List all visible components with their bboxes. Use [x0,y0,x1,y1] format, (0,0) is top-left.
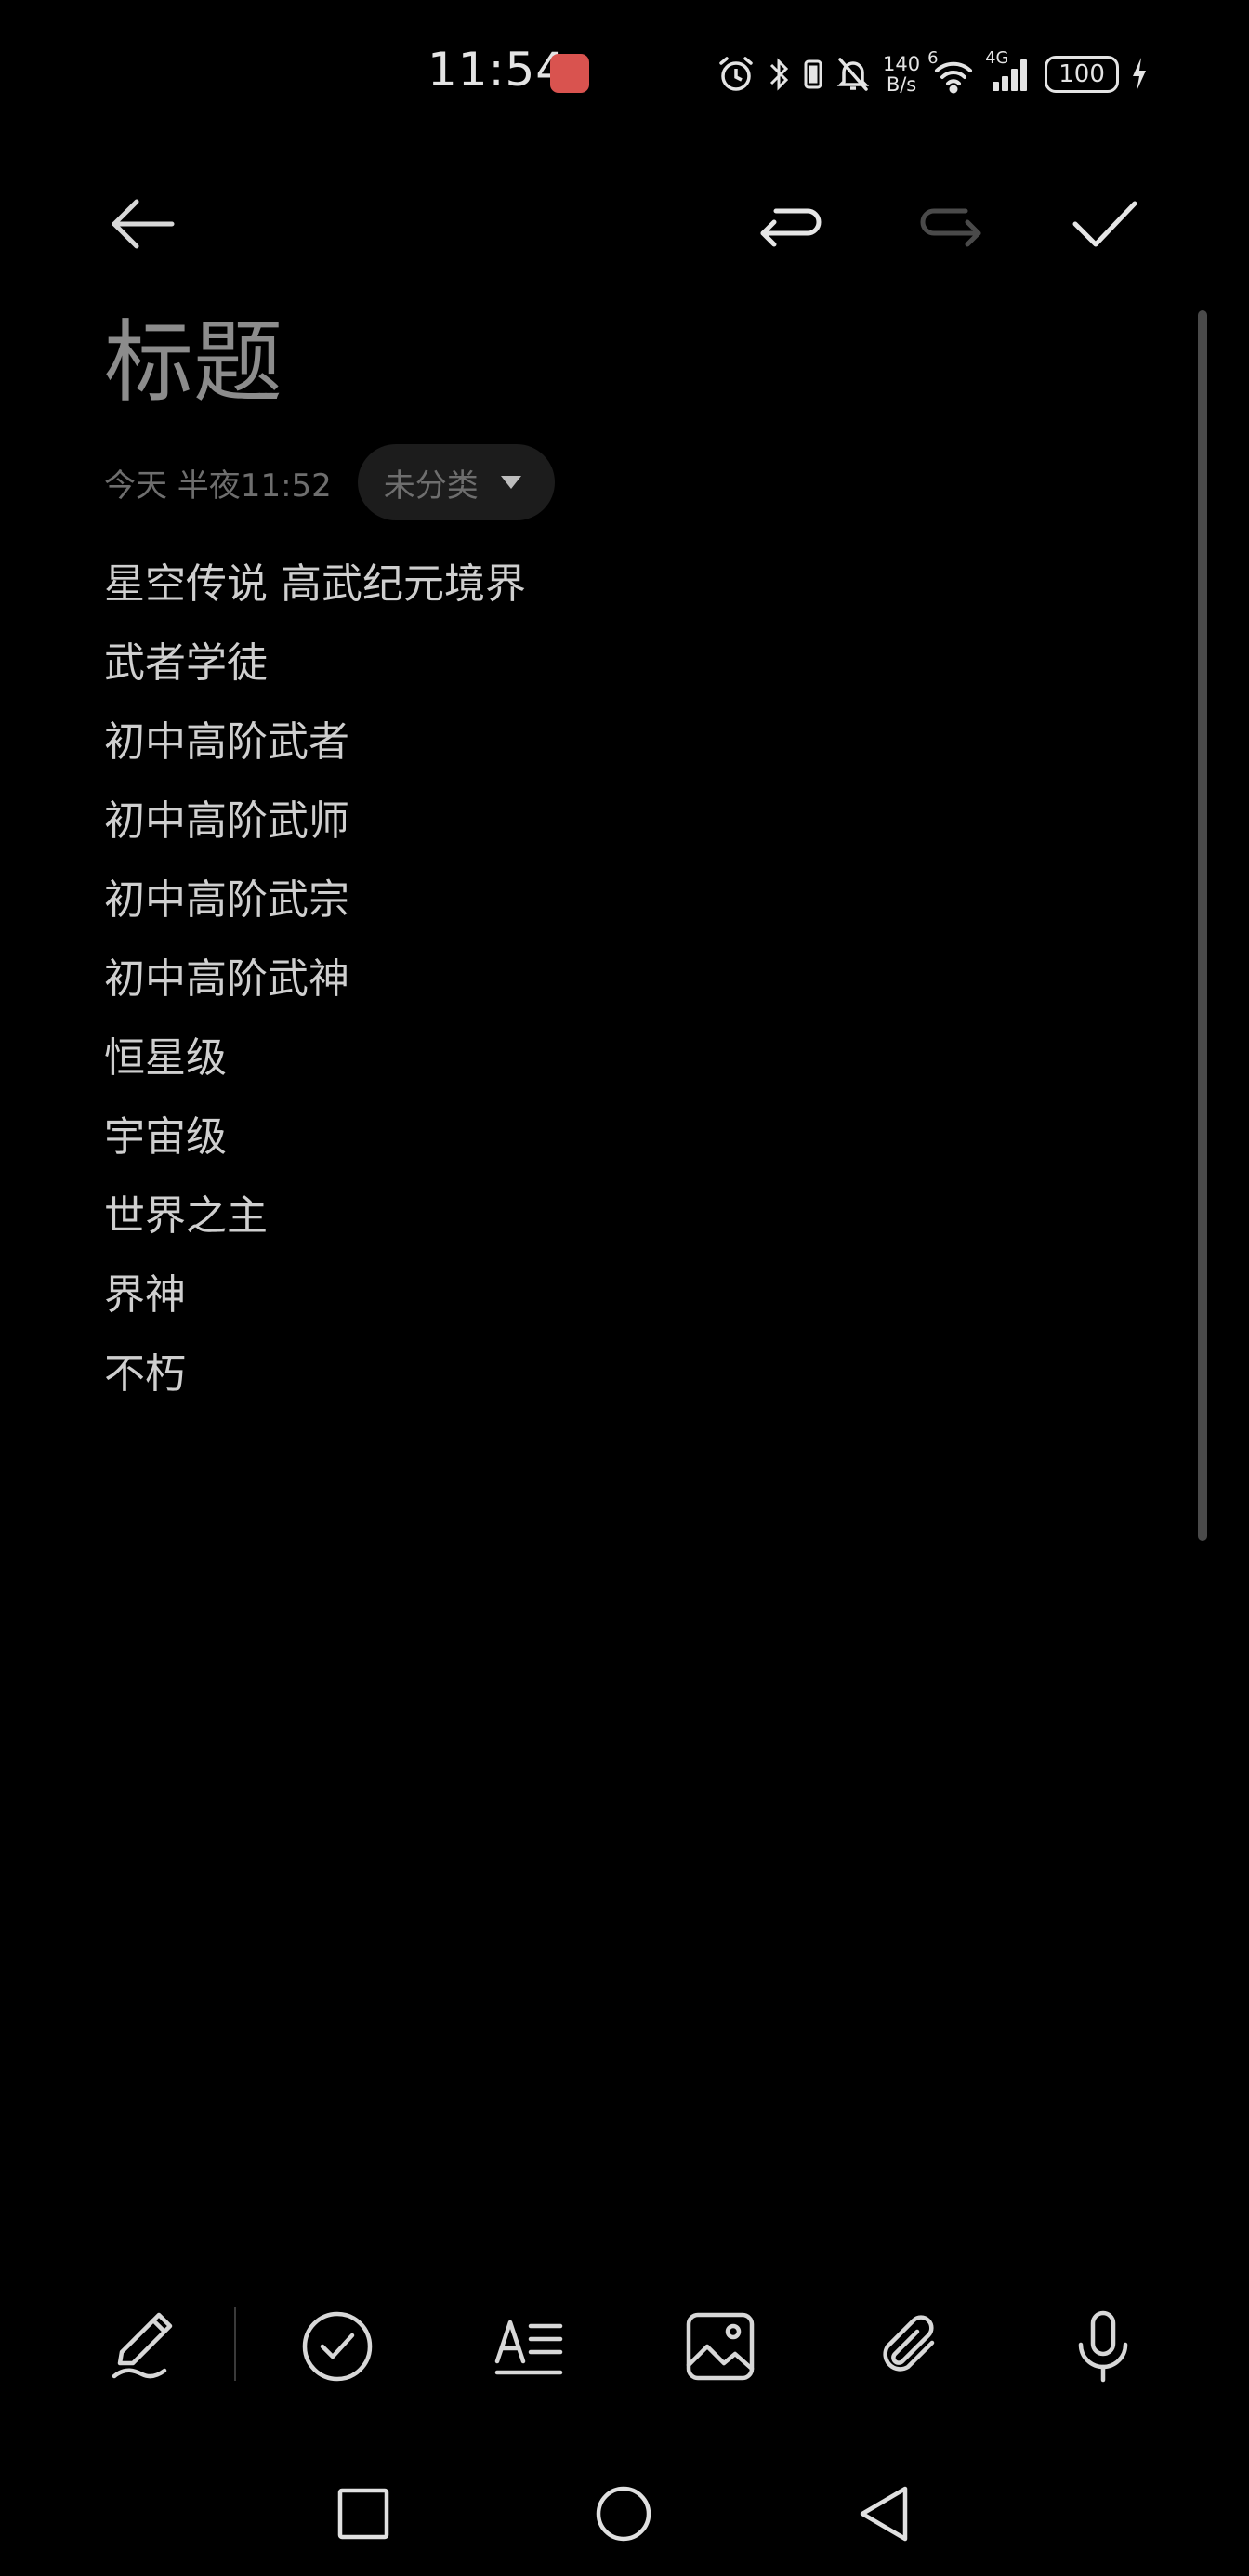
status-time: 11:54 [427,43,567,97]
dropdown-triangle-icon [500,476,521,489]
handwriting-button[interactable] [102,2305,186,2388]
redo-button[interactable] [907,182,991,266]
status-icons: 140 B/s 6 4G 100 [716,48,1149,99]
home-button[interactable] [582,2472,665,2556]
voice-input-button[interactable] [1061,2305,1145,2388]
undo-button[interactable] [751,182,835,266]
text-format-button[interactable] [487,2305,571,2388]
home-circle-icon [596,2486,651,2542]
note-body[interactable]: 星空传说 高武纪元境界 武者学徒 初中高阶武者 初中高阶武师 初中高阶武宗 初中… [104,545,1126,1413]
bluetooth-icon [768,54,792,95]
insert-image-button[interactable] [678,2305,762,2388]
back-triangle-icon [860,2486,908,2542]
note-line[interactable]: 武者学徒 [104,624,1126,703]
cellular-signal-icon: 4G [985,48,1033,95]
network-speed-unit: B/s [886,73,917,96]
save-button[interactable] [1063,182,1147,266]
note-meta: 今天 半夜11:52 未分类 [104,444,555,520]
battery-icon: 100 [1045,56,1120,93]
category-dropdown[interactable]: 未分类 [357,444,555,520]
category-label: 未分类 [383,467,479,505]
attachment-button[interactable] [868,2305,952,2388]
note-line[interactable]: 宇宙级 [104,1097,1126,1176]
charging-icon [1130,54,1149,95]
note-line[interactable]: 初中高阶武宗 [104,861,1126,940]
network-speed: 140 B/s [883,54,920,95]
recent-apps-square-icon [337,2488,389,2540]
microphone-icon [1078,2310,1128,2383]
note-title[interactable]: 标题 [104,307,283,418]
wifi-icon: 6 [927,48,976,95]
attachment-icon [883,2315,935,2372]
system-back-button[interactable] [842,2472,926,2556]
note-timestamp: 今天 半夜11:52 [104,467,332,505]
checklist-icon [302,2311,373,2382]
battery-level: 100 [1058,60,1105,88]
check-icon [1072,201,1137,247]
redo-icon [920,208,981,247]
note-line[interactable]: 初中高阶武神 [104,940,1126,1019]
note-line[interactable]: 世界之主 [104,1176,1126,1255]
back-arrow-icon [112,199,175,249]
image-icon [686,2312,755,2381]
note-line[interactable]: 界神 [104,1255,1126,1334]
checklist-button[interactable] [296,2305,379,2388]
app-notification-icon [550,54,589,93]
recent-apps-button[interactable] [322,2472,405,2556]
alarm-icon [716,54,756,95]
toolbar-divider [234,2307,236,2381]
wifi-label: 6 [927,48,939,68]
mute-icon [835,54,872,95]
scrollbar[interactable] [1198,310,1207,1541]
back-button[interactable] [100,182,184,266]
note-line[interactable]: 星空传说 高武纪元境界 [104,545,1126,624]
vibrate-icon [803,54,823,95]
handwriting-pen-icon [112,2312,173,2379]
note-line[interactable]: 初中高阶武师 [104,782,1126,861]
status-bar: 11:54 140 B/s 6 4G 100 [0,0,1249,149]
mobile-network-label: 4G [985,48,1009,68]
note-line[interactable]: 不朽 [104,1334,1126,1413]
note-line[interactable]: 初中高阶武者 [104,703,1126,782]
note-line[interactable]: 恒星级 [104,1019,1126,1097]
text-format-icon [494,2320,563,2375]
network-speed-value: 140 [883,53,921,75]
undo-icon [760,208,822,247]
